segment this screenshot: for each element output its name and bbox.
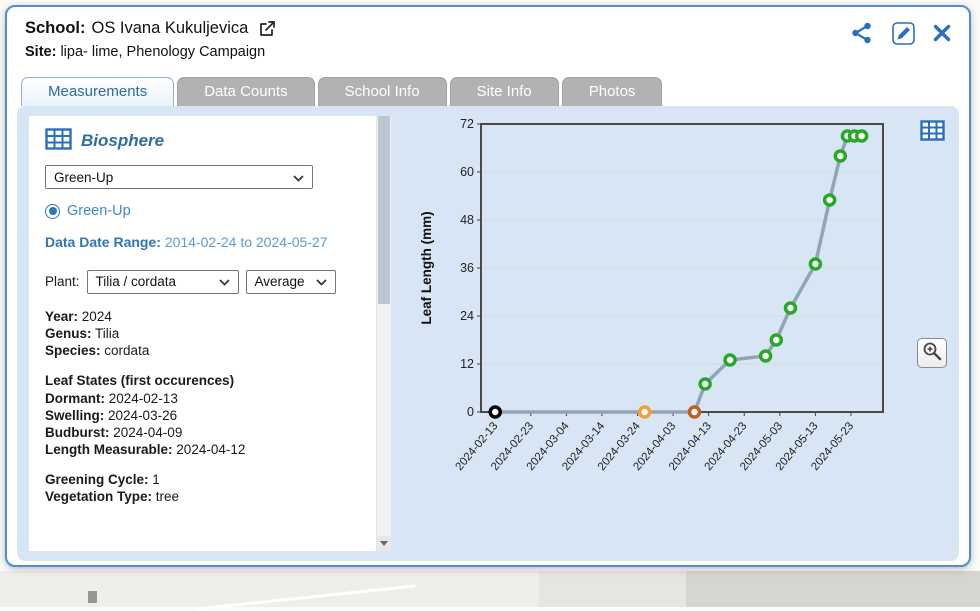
- plant-select[interactable]: Tilia / cordata: [87, 270, 239, 294]
- vegetation-type: Vegetation Type: tree: [45, 488, 360, 505]
- leaf-state-swelling: Swelling: 2024-03-26: [45, 407, 360, 424]
- school-label: School:: [25, 19, 86, 38]
- statistic-select[interactable]: Average: [246, 270, 336, 294]
- measurements-content: Biosphere Green-Up Green-Up Data Date Ra…: [17, 106, 959, 561]
- greenup-radio[interactable]: [45, 204, 60, 219]
- chevron-down-icon: [219, 274, 230, 289]
- detail-year: Year: 2024: [45, 308, 360, 325]
- tab-measurements[interactable]: Measurements: [21, 77, 174, 106]
- panel-scrollbar[interactable]: [376, 116, 391, 551]
- detail-species: Species: cordata: [45, 342, 360, 359]
- greenup-radio-label: Green-Up: [67, 203, 131, 219]
- map-shape: [686, 571, 980, 607]
- plant-select-value: Tilia / cordata: [96, 274, 177, 289]
- scrollbar-thumb[interactable]: [378, 116, 390, 304]
- scroll-down-icon[interactable]: [377, 536, 391, 551]
- svg-text:24: 24: [460, 309, 474, 323]
- leaf-state-dormant: Dormant: 2024-02-13: [45, 390, 360, 407]
- protocol-select-value: Green-Up: [54, 170, 113, 185]
- svg-text:36: 36: [460, 261, 474, 275]
- zoom-button[interactable]: [917, 338, 947, 368]
- svg-text:72: 72: [460, 117, 474, 131]
- map-marker: [88, 591, 97, 603]
- table-icon[interactable]: [920, 120, 945, 146]
- share-icon[interactable]: [850, 21, 874, 45]
- tab-photos[interactable]: Photos: [562, 77, 663, 106]
- data-date-range: Data Date Range: 2014-02-24 to 2024-05-2…: [45, 232, 337, 254]
- protocol-select[interactable]: Green-Up: [45, 165, 313, 189]
- svg-text:12: 12: [460, 357, 474, 371]
- table-icon: [45, 128, 72, 153]
- close-icon[interactable]: [933, 24, 951, 42]
- school-dialog: School: OS Ivana Kukuljevica Site: lipa-…: [5, 5, 971, 567]
- site-label: Site:: [25, 44, 56, 60]
- svg-text:0: 0: [467, 405, 474, 419]
- dialog-header: School: OS Ivana Kukuljevica Site: lipa-…: [7, 7, 969, 67]
- leaf-state-budburst: Budburst: 2024-04-09: [45, 424, 360, 441]
- magnifier-plus-icon: [922, 341, 942, 366]
- chevron-down-icon: [316, 274, 327, 289]
- svg-text:60: 60: [460, 165, 474, 179]
- export-icon[interactable]: [258, 20, 276, 38]
- plant-label: Plant:: [45, 274, 80, 289]
- section-title: Biosphere: [81, 131, 164, 151]
- svg-text:48: 48: [460, 213, 474, 227]
- greening-cycle: Greening Cycle: 1: [45, 471, 360, 488]
- school-name: OS Ivana Kukuljevica: [92, 19, 249, 38]
- site-name: lipa- lime, Phenology Campaign: [60, 44, 265, 60]
- chevron-down-icon: [293, 170, 304, 185]
- measurements-panel: Biosphere Green-Up Green-Up Data Date Ra…: [29, 116, 391, 551]
- chart-panel: 01224364860722024-02-132024-02-232024-03…: [395, 108, 955, 559]
- tab-site-info[interactable]: Site Info: [450, 77, 559, 106]
- leaf-states-heading: Leaf States (first occurences): [45, 372, 360, 390]
- phenology-line-chart: 01224364860722024-02-132024-02-232024-03…: [401, 112, 941, 548]
- detail-genus: Genus: Tilia: [45, 325, 360, 342]
- tab-school-info[interactable]: School Info: [318, 77, 447, 106]
- tab-data-counts[interactable]: Data Counts: [177, 77, 314, 106]
- leaf-state-length-measurable: Length Measurable: 2024-04-12: [45, 441, 360, 458]
- tab-bar: Measurements Data Counts School Info Sit…: [21, 77, 969, 106]
- svg-text:Leaf Length (mm): Leaf Length (mm): [419, 211, 434, 324]
- edit-pencil-icon[interactable]: [892, 22, 915, 45]
- background-map: [0, 571, 980, 607]
- statistic-select-value: Average: [255, 274, 305, 289]
